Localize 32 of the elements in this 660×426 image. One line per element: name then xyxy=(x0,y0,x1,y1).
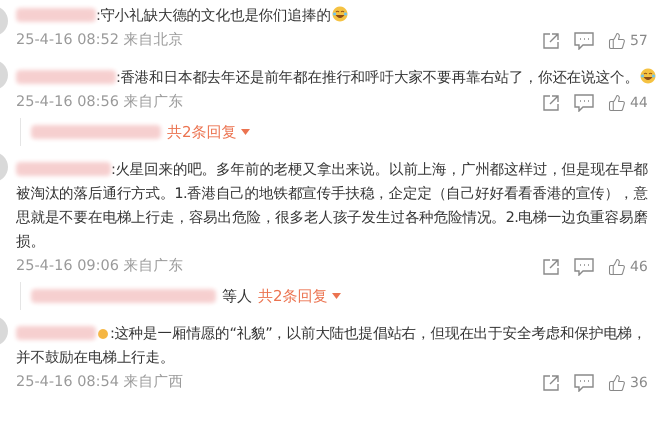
comment-text: :这种是一厢情愿的“礼貌”，以前大陆也提倡站右，但现在出于安全考虑和保护电梯，并不鼓励在电梯上行走。 xyxy=(16,324,648,368)
share-icon[interactable] xyxy=(542,258,560,276)
like-icon[interactable] xyxy=(608,374,626,392)
laughing-face-icon xyxy=(332,6,348,22)
like-icon[interactable] xyxy=(608,32,626,50)
comment-icon[interactable] xyxy=(574,258,594,276)
like-icon[interactable] xyxy=(608,94,626,112)
caret-icon xyxy=(332,293,341,299)
like-count: 46 xyxy=(630,258,648,276)
comment-meta: 25-4-16 08:56 来自广东 xyxy=(16,92,184,112)
share-icon[interactable] xyxy=(542,374,560,392)
replies-link[interactable]: 共2条回复 xyxy=(258,284,341,308)
comment-icon[interactable] xyxy=(574,32,594,50)
share-icon[interactable] xyxy=(542,32,560,50)
reply-names-suffix: 等人 xyxy=(222,286,252,307)
comment-meta: 25-4-16 08:52 来自北京 xyxy=(16,30,184,50)
comment-meta: 25-4-16 09:06 来自广东 xyxy=(16,256,184,276)
laughing-face-icon xyxy=(640,68,656,84)
comment-text: :香港和日本都去年还是前年都在推行和呼吁大家不要再靠右站了，你还在说这个。 xyxy=(16,66,656,90)
replies-link[interactable]: 共2条回复 xyxy=(167,120,250,144)
badge-icon xyxy=(98,329,108,339)
like-count: 44 xyxy=(630,94,648,112)
comment-text: :守小礼缺大德的文化也是你们追捧的 xyxy=(16,4,656,28)
comment-icon[interactable] xyxy=(574,374,594,392)
like-icon[interactable] xyxy=(608,258,626,276)
comment-icon[interactable] xyxy=(574,94,594,112)
like-count: 57 xyxy=(630,32,648,50)
comment-meta: 25-4-16 08:54 来自广西 xyxy=(16,373,184,392)
caret-icon xyxy=(240,129,250,135)
like-count: 36 xyxy=(630,374,648,392)
comment-text: :火星回来的吧。多年前的老梗又拿出来说。以前上海，广州都这样过，但是现在早都被淘汰的落后通行方式。1.香港自己的地铁都宣传手扶稳，企定定（自己好好看看香港的宣传），意思就是不要在电梯上行走，容易出危险，很多老人孩子发生过各种危险情况。2.电梯一边负重容易磨损。 xyxy=(16,161,650,252)
share-icon[interactable] xyxy=(542,94,560,112)
